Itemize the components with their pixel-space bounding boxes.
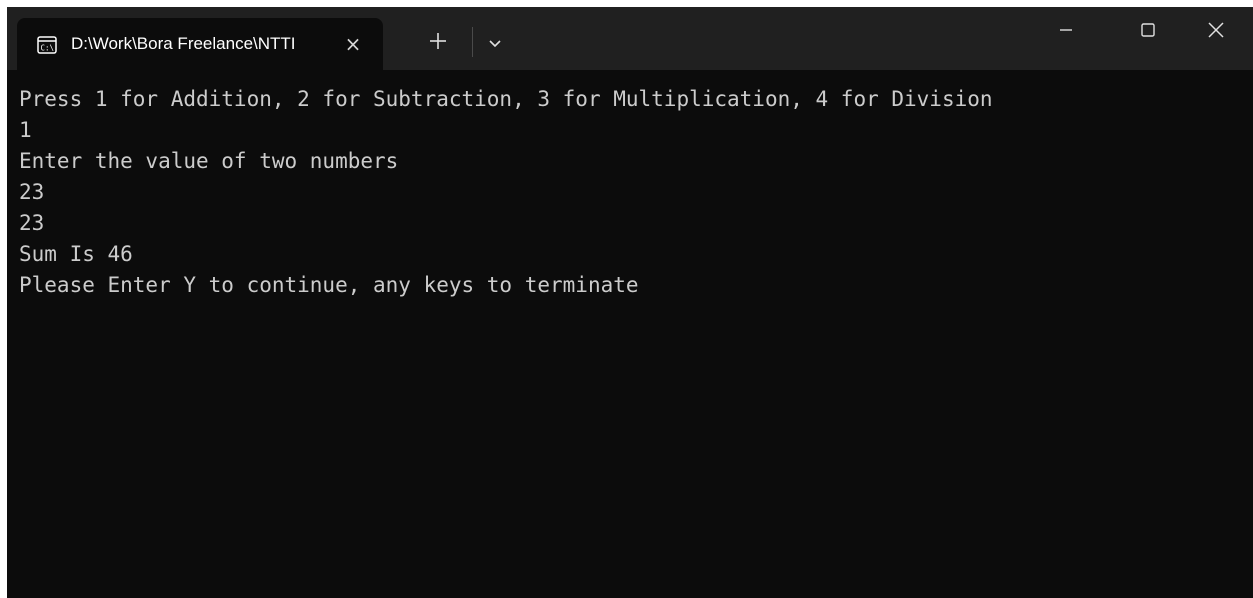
terminal-line: 23 xyxy=(19,211,45,235)
terminal-line: Sum Is 46 xyxy=(19,242,133,266)
terminal-window: C:\ D:\Work\Bora Freelance\NTTI × Press … xyxy=(7,7,1253,598)
terminal-output[interactable]: Press 1 for Addition, 2 for Subtraction,… xyxy=(19,84,1239,584)
terminal-line: Enter the value of two numbers xyxy=(19,149,399,173)
tab-console[interactable]: C:\ D:\Work\Bora Freelance\NTTI × xyxy=(17,18,383,70)
terminal-line: 1 xyxy=(19,118,32,142)
console-icon: C:\ xyxy=(37,36,57,54)
title-bar[interactable]: C:\ D:\Work\Bora Freelance\NTTI × xyxy=(7,7,1253,70)
terminal-line: Press 1 for Addition, 2 for Subtraction,… xyxy=(19,87,993,111)
tab-title: D:\Work\Bora Freelance\NTTI xyxy=(71,34,296,53)
close-icon[interactable] xyxy=(1192,7,1238,53)
plus-icon[interactable] xyxy=(424,27,452,55)
terminal-line: 23 xyxy=(19,180,45,204)
maximize-icon[interactable] xyxy=(1124,7,1170,53)
terminal-line: Please Enter Y to continue, any keys to … xyxy=(19,273,639,297)
tab-close-icon[interactable]: × xyxy=(341,32,365,56)
chevron-down-icon[interactable] xyxy=(483,31,507,55)
svg-text:C:\: C:\ xyxy=(41,44,55,53)
tab-separator xyxy=(472,27,473,57)
minimize-icon[interactable] xyxy=(1042,7,1088,53)
